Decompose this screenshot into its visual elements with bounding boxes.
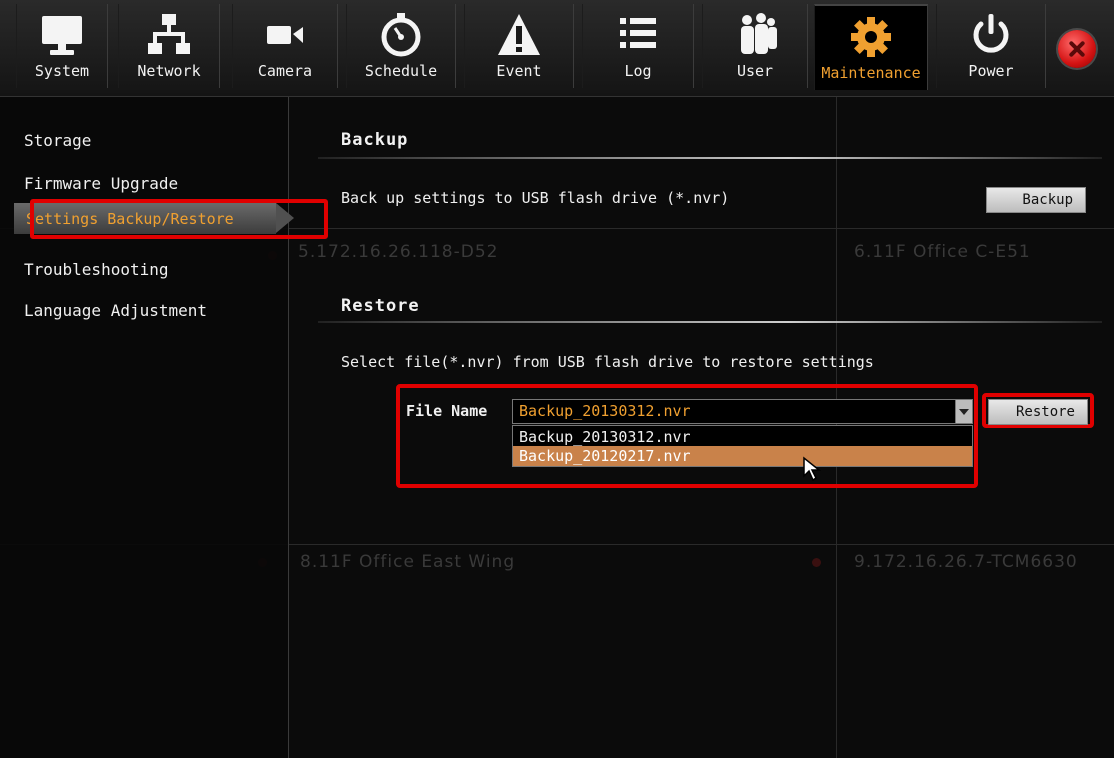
toolbar-label: Event xyxy=(496,62,542,80)
close-icon[interactable] xyxy=(1058,30,1096,68)
mouse-pointer-icon xyxy=(803,456,822,482)
network-icon xyxy=(119,12,219,60)
toolbar-label: Maintenance xyxy=(821,64,921,82)
camera-label: 8.11F Office East Wing xyxy=(300,552,516,572)
backup-title: Backup xyxy=(341,130,409,150)
file-name-label: File Name xyxy=(406,402,488,420)
monitor-icon xyxy=(17,12,107,60)
camera-label: 6.11F Office C-E51 xyxy=(854,242,1031,262)
toolbar-label: Log xyxy=(624,62,652,80)
toolbar-label: Network xyxy=(137,62,201,80)
toolbar-label: User xyxy=(736,62,774,80)
toolbar-label: System xyxy=(34,62,90,80)
sidebar-item-settings-backup-restore[interactable]: Settings Backup/Restore xyxy=(14,199,328,239)
toolbar-label: Schedule xyxy=(364,62,438,80)
restore-description: Select file(*.nvr) from USB flash drive … xyxy=(341,353,874,371)
toolbar-power-button[interactable]: Power xyxy=(936,4,1046,88)
camera-label: 5.172.16.26.118-D52 xyxy=(298,242,499,262)
camera-label: 9.172.16.26.7-TCM6630 xyxy=(854,552,1078,572)
file-name-select[interactable]: Backup_20130312.nvr xyxy=(512,399,973,424)
file-name-selected-value: Backup_20130312.nvr xyxy=(519,402,691,420)
camera-icon xyxy=(233,12,337,60)
top-toolbar: System Network Camera Schedule Event Log xyxy=(0,0,1114,97)
power-icon xyxy=(937,12,1045,60)
toolbar-user-button[interactable]: User xyxy=(702,4,808,88)
file-option-label: Backup_20130312.nvr xyxy=(519,428,691,446)
users-icon xyxy=(703,12,807,60)
gear-icon xyxy=(815,14,927,62)
toolbar-network-button[interactable]: Network xyxy=(118,4,220,88)
toolbar-label: Camera xyxy=(257,62,313,80)
list-icon xyxy=(583,12,693,60)
toolbar-event-button[interactable]: Event xyxy=(464,4,574,88)
highlight-box xyxy=(30,199,328,239)
sidebar-item-troubleshooting[interactable]: Troubleshooting xyxy=(24,260,169,279)
backup-description: Back up settings to USB flash drive (*.n… xyxy=(341,189,730,207)
sidebar-item-language-adjustment[interactable]: Language Adjustment xyxy=(24,301,207,320)
chevron-down-icon[interactable] xyxy=(955,400,972,423)
restore-button[interactable]: Restore xyxy=(988,399,1088,425)
stopwatch-icon xyxy=(347,12,455,60)
backup-button[interactable]: Backup xyxy=(986,187,1086,213)
warning-icon xyxy=(465,12,573,60)
toolbar-label: Power xyxy=(968,62,1014,80)
file-option-label: Backup_20120217.nvr xyxy=(519,447,691,465)
file-option[interactable]: Backup_20130312.nvr xyxy=(513,427,972,447)
sidebar-item-storage[interactable]: Storage xyxy=(24,131,91,150)
sidebar: Storage Firmware Upgrade Settings Backup… xyxy=(0,97,328,758)
restore-title: Restore xyxy=(341,296,420,316)
divider xyxy=(318,157,1102,159)
toolbar-system-button[interactable]: System xyxy=(16,4,108,88)
toolbar-log-button[interactable]: Log xyxy=(582,4,694,88)
file-name-dropdown-list: Backup_20130312.nvr Backup_20120217.nvr xyxy=(512,425,973,467)
sidebar-item-firmware-upgrade[interactable]: Firmware Upgrade xyxy=(24,174,178,193)
toolbar-camera-button[interactable]: Camera xyxy=(232,4,338,88)
toolbar-maintenance-button[interactable]: Maintenance xyxy=(814,4,928,90)
divider xyxy=(318,321,1102,323)
toolbar-schedule-button[interactable]: Schedule xyxy=(346,4,456,88)
file-option-highlighted[interactable]: Backup_20120217.nvr xyxy=(513,446,972,466)
